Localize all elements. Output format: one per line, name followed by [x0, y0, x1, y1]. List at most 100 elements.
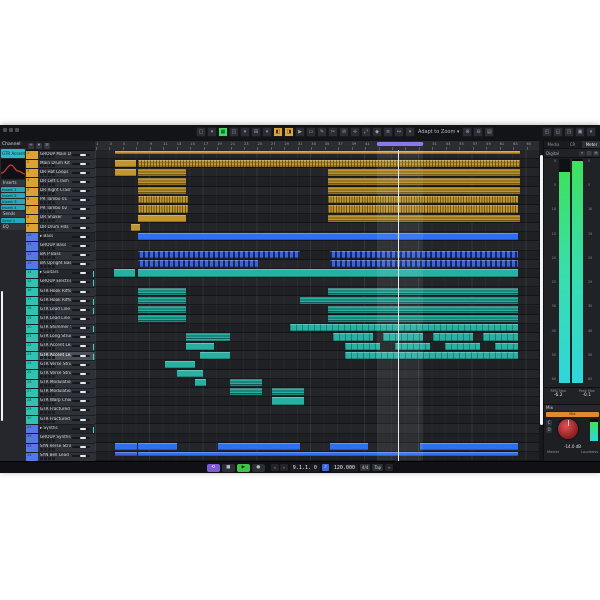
track-row-gtr-shimmer-strums[interactable]: 20GTR Shimmer Strums: [26, 324, 95, 334]
track-row-pr-tambo-01[interactable]: 6 PR Tambo 01: [26, 196, 95, 206]
track-row-gtr-hook-riffs-r[interactable]: 17GTR Hook Riffs R: [26, 297, 95, 307]
track-volume-slider[interactable]: [72, 217, 90, 220]
mix-source-bar[interactable]: Mix: [546, 412, 599, 417]
solo-button[interactable]: [44, 301, 47, 305]
play-button[interactable]: ▶: [236, 463, 250, 472]
auto-scroll-button[interactable]: ◧: [273, 127, 283, 137]
monitor-button[interactable]: [52, 191, 55, 195]
track-row-bass[interactable]: 10 ▸ Bass: [26, 233, 95, 243]
record-enable-button[interactable]: [48, 319, 51, 323]
mute-button[interactable]: [40, 365, 43, 369]
click-button[interactable]: C: [546, 420, 552, 426]
track-row-gtr-warp-chorus[interactable]: 28GTR Warp Chorus: [26, 397, 95, 407]
mute-button[interactable]: [40, 392, 43, 396]
track-lane[interactable]: [95, 168, 539, 178]
track-lane[interactable]: [95, 396, 539, 407]
track-row-syn-verse-strings[interactable]: 33SYN Verse Strings: [26, 443, 95, 453]
grid-type-button[interactable]: ◫: [229, 127, 239, 137]
meter-source-menu[interactable]: ▾: [579, 150, 585, 156]
track-volume-slider[interactable]: [72, 208, 90, 211]
clip-event[interactable]: [330, 251, 518, 259]
mute-button[interactable]: [40, 411, 43, 415]
range-tool[interactable]: ▭: [306, 127, 316, 137]
track-lane[interactable]: [95, 360, 539, 370]
workspace-button[interactable]: ▢: [196, 127, 206, 137]
track-volume-slider[interactable]: [72, 409, 90, 412]
tap-tempo-button[interactable]: Tap: [372, 464, 384, 471]
monitor-button[interactable]: [52, 301, 55, 305]
clip-event[interactable]: [328, 287, 518, 295]
solo-button[interactable]: [44, 182, 47, 186]
clip-event[interactable]: [195, 379, 206, 387]
solo-button[interactable]: [44, 438, 47, 442]
record-enable-button[interactable]: [48, 155, 51, 159]
monitor-button[interactable]: [52, 292, 55, 296]
mute-button[interactable]: [40, 173, 43, 177]
selected-track-name[interactable]: GTR Accent Lead R: [1, 149, 25, 158]
mute-button[interactable]: [40, 191, 43, 195]
mute-button[interactable]: [40, 301, 43, 305]
mute-button[interactable]: [40, 164, 43, 168]
monitor-button[interactable]: [52, 447, 55, 451]
track-lane[interactable]: [95, 232, 539, 242]
solo-button[interactable]: [44, 392, 47, 396]
track-row-gtr-long-strums[interactable]: 21GTR Long Strums: [26, 333, 95, 343]
sends-section-header[interactable]: Sends: [1, 211, 25, 217]
solo-button[interactable]: [44, 255, 47, 259]
solo-button[interactable]: [44, 456, 47, 460]
snap-button[interactable]: ▦: [218, 127, 228, 137]
track-row-main-drum-kit[interactable]: 2 Main Drum Kit: [26, 160, 95, 170]
mute-button[interactable]: [40, 401, 43, 405]
record-enable-button[interactable]: [48, 383, 51, 387]
insert-slot-4[interactable]: Insert 4: [1, 205, 25, 210]
line-tool[interactable]: ≡: [383, 127, 393, 137]
mute-button[interactable]: [40, 219, 43, 223]
mute-button[interactable]: [40, 209, 43, 213]
suspend-auto-scroll-button[interactable]: ◨: [284, 127, 294, 137]
solo-button[interactable]: [44, 411, 47, 415]
track-volume-slider[interactable]: [72, 290, 90, 293]
track-lane[interactable]: [95, 315, 539, 324]
clip-event[interactable]: [420, 443, 518, 451]
monitor-button[interactable]: [52, 328, 55, 332]
record-enable-button[interactable]: [48, 228, 51, 232]
track-lane[interactable]: [95, 406, 539, 416]
record-enable-button[interactable]: [48, 310, 51, 314]
mute-button[interactable]: [40, 438, 43, 442]
solo-button[interactable]: [44, 337, 47, 341]
clip-event[interactable]: [138, 251, 300, 259]
tab-media[interactable]: Media: [544, 141, 563, 148]
record-enable-button[interactable]: [48, 438, 51, 442]
track-volume-slider[interactable]: [72, 226, 90, 229]
track-volume-slider[interactable]: [72, 400, 90, 403]
track-row-gtr-verse-strums-r[interactable]: 25GTR Verse Strums R: [26, 370, 95, 380]
mute-button[interactable]: [40, 383, 43, 387]
clip-event[interactable]: [115, 150, 520, 155]
clip-event[interactable]: [328, 196, 518, 204]
clip-event[interactable]: [272, 388, 304, 396]
track-lane[interactable]: [95, 241, 539, 251]
track-volume-slider[interactable]: [72, 199, 90, 202]
control-room-level-knob[interactable]: [558, 419, 578, 439]
monitor-button[interactable]: [52, 420, 55, 424]
track-volume-slider[interactable]: [72, 446, 90, 448]
track-lane[interactable]: [95, 451, 539, 461]
track-row-gtr-fractured-chords-r[interactable]: 30GTR Fractured Chords R: [26, 416, 95, 426]
record-enable-button[interactable]: [48, 182, 51, 186]
stop-button[interactable]: ■: [221, 463, 235, 472]
meter-settings-button[interactable]: ▤: [593, 150, 599, 156]
track-lane[interactable]: [95, 205, 539, 215]
track-row-group-main-drums[interactable]: 1GROUP Main Drums: [26, 151, 95, 161]
clip-event[interactable]: [115, 452, 137, 456]
monitor-button[interactable]: [52, 255, 55, 259]
track-row-dr-hat-loops[interactable]: 3 DR Hat Loops: [26, 169, 95, 179]
clip-event[interactable]: [433, 333, 473, 341]
monitor-button[interactable]: [52, 411, 55, 415]
solo-button[interactable]: [44, 447, 47, 451]
clip-event[interactable]: [230, 388, 262, 396]
solo-button[interactable]: [44, 374, 47, 378]
monitor-button[interactable]: [52, 310, 55, 314]
mute-button[interactable]: [40, 310, 43, 314]
track-row-dr-right-crash[interactable]: 5 DR Right Crash: [26, 187, 95, 197]
record-enable-button[interactable]: [48, 420, 51, 424]
